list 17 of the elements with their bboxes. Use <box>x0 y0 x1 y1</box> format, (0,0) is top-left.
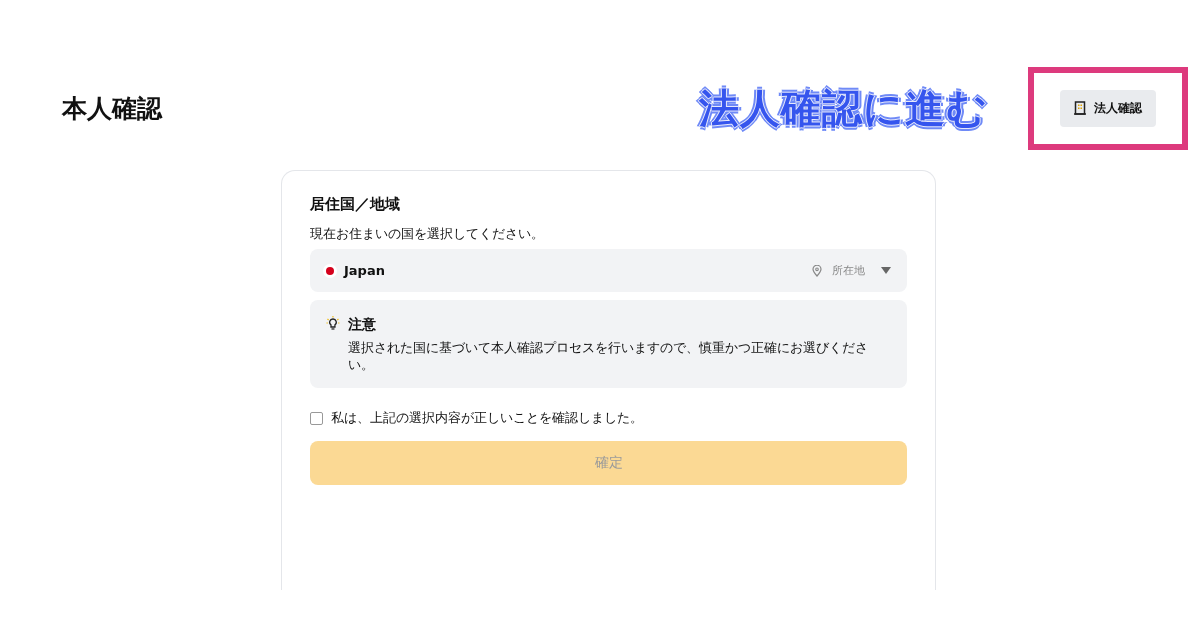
checkbox-label: 私は、上記の選択内容が正しいことを確認しました。 <box>331 410 643 427</box>
notice-title: 注意 <box>347 316 377 334</box>
country-select[interactable]: Japan 所在地 <box>310 249 907 292</box>
section-title: 居住国／地域 <box>310 195 401 214</box>
country-value: Japan <box>344 263 386 278</box>
building-icon <box>1074 101 1086 115</box>
confirmation-checkbox[interactable] <box>310 412 323 425</box>
location-pin-icon <box>812 264 822 277</box>
page-title: 本人確認 <box>62 92 164 125</box>
section-description: 現在お住まいの国を選択してください。 <box>310 226 545 243</box>
location-hint: 所在地 <box>832 263 865 278</box>
notice-text: 選択された国に基づいて本人確認プロセスを行いますので、慎重かつ正確にお選びください。 <box>347 340 869 374</box>
lightbulb-icon <box>326 316 340 331</box>
dropdown-caret-icon <box>881 267 891 274</box>
corporate-verification-button[interactable]: 法人確認 <box>1060 89 1156 127</box>
annotation-text: 法人確認に進む <box>699 83 988 133</box>
flag-icon <box>326 266 334 275</box>
